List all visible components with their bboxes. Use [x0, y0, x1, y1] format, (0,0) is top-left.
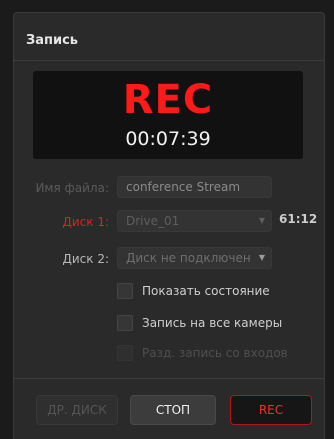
disk2-label: Диск 2: [62, 252, 109, 266]
record-timecode: 00:07:39 [125, 128, 211, 150]
chevron-down-icon: ▼ [258, 253, 265, 262]
show-status-label: Показать состояние [142, 284, 270, 298]
filename-input[interactable]: conference Stream [117, 176, 272, 198]
record-window: Запись REC 00:07:39 Имя файла: conferenc… [0, 0, 334, 439]
record-all-cameras-checkbox[interactable] [117, 315, 133, 331]
record-button[interactable]: REC [230, 395, 312, 425]
record-all-cameras-label: Запись на все камеры [142, 316, 283, 330]
filename-label: Имя файла: [35, 181, 109, 195]
disk1-value: Drive_01 [126, 214, 180, 228]
bottom-divider [13, 378, 325, 379]
disk1-select[interactable]: Drive_01 ▼ [117, 210, 272, 232]
disk2-select[interactable]: Диск не подключен ▼ [117, 247, 272, 269]
disk2-value: Диск не подключен [126, 251, 251, 265]
disk1-label: Диск 1: [62, 215, 109, 229]
disk1-remaining-time: 61:12 [279, 212, 318, 226]
split-record-inputs-label: Разд. запись со входов [142, 346, 288, 360]
stop-button[interactable]: СТОП [130, 395, 216, 425]
filename-value: conference Stream [126, 180, 241, 194]
recording-status-display: REC 00:07:39 [33, 71, 303, 159]
panel-title: Запись [26, 33, 79, 48]
show-status-checkbox[interactable] [117, 283, 133, 299]
title-divider [13, 60, 325, 61]
chevron-down-icon: ▼ [258, 216, 265, 225]
rec-indicator: REC [122, 77, 214, 123]
external-disk-button[interactable]: ДР. ДИСК [36, 395, 118, 425]
split-record-inputs-checkbox [117, 345, 133, 361]
